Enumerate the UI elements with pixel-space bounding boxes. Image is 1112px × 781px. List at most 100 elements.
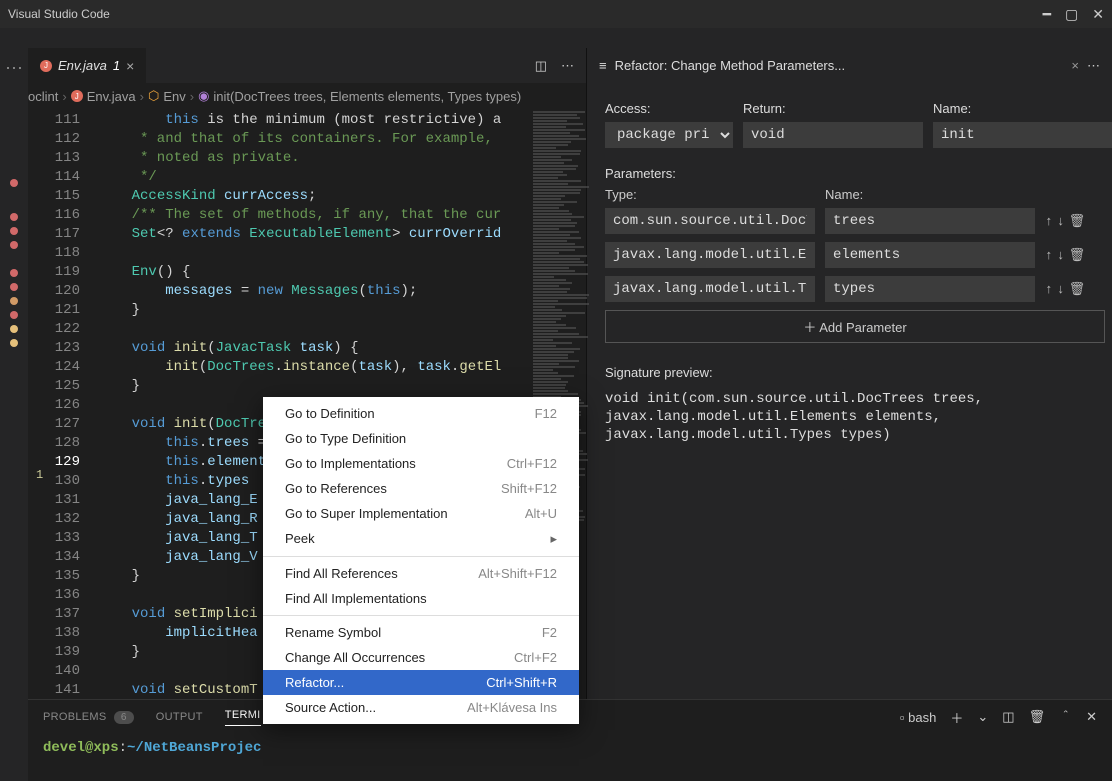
move-down-icon[interactable]: ↓ bbox=[1057, 214, 1065, 229]
add-parameter-button[interactable]: ＋ Add Parameter bbox=[605, 310, 1105, 343]
context-menu-item[interactable]: Go to Type Definition bbox=[263, 426, 579, 451]
context-menu-item[interactable]: Source Action...Alt+Klávesa Ins bbox=[263, 695, 579, 720]
more-icon[interactable]: ⋯ bbox=[5, 58, 23, 79]
kill-terminal-icon[interactable]: 🗑 bbox=[1029, 709, 1046, 725]
param-type-input[interactable] bbox=[605, 208, 815, 234]
java-icon: J bbox=[71, 90, 83, 102]
chevron-right-icon: › bbox=[62, 89, 66, 104]
breadcrumb[interactable]: oclint › J Env.java › ⬡ Env › ◉ init(Doc… bbox=[28, 83, 586, 109]
access-select[interactable]: package priva bbox=[605, 122, 733, 148]
terminal-name[interactable]: ▫ bash bbox=[900, 710, 936, 725]
context-menu[interactable]: Go to DefinitionF12Go to Type Definition… bbox=[263, 397, 579, 724]
context-menu-item[interactable]: Find All ReferencesAlt+Shift+F12 bbox=[263, 561, 579, 586]
delete-icon[interactable]: 🗑 bbox=[1069, 214, 1086, 229]
breadcrumb-item[interactable]: Env bbox=[163, 89, 185, 104]
context-menu-item[interactable]: Go to ImplementationsCtrl+F12 bbox=[263, 451, 579, 476]
titlebar: Visual Studio Code ━ ▢ ✕ bbox=[0, 0, 1112, 28]
menubar-spacer bbox=[0, 28, 1112, 48]
return-input[interactable] bbox=[743, 122, 923, 148]
context-menu-item[interactable]: Find All Implementations bbox=[263, 586, 579, 611]
delete-icon[interactable]: 🗑 bbox=[1069, 248, 1086, 263]
param-row: ↑ ↓ 🗑 bbox=[605, 242, 1094, 268]
context-menu-item[interactable]: Go to Super ImplementationAlt+U bbox=[263, 501, 579, 526]
maximize-panel-icon[interactable]: ＾ bbox=[1059, 708, 1072, 727]
glyph-dots bbox=[10, 179, 18, 347]
context-menu-item[interactable]: Change All OccurrencesCtrl+F2 bbox=[263, 645, 579, 670]
name-input[interactable] bbox=[933, 122, 1112, 148]
more-icon[interactable]: ⋯ bbox=[1087, 58, 1100, 74]
param-name-input[interactable] bbox=[825, 276, 1035, 302]
glyph-margin-marker: 1 bbox=[36, 468, 43, 482]
move-down-icon[interactable]: ↓ bbox=[1057, 248, 1065, 263]
terminal-content[interactable]: devel@xps:~/NetBeansProjec bbox=[28, 734, 1112, 762]
context-menu-item[interactable]: Peek▸ bbox=[263, 526, 579, 552]
context-menu-item[interactable]: Rename SymbolF2 bbox=[263, 620, 579, 645]
move-down-icon[interactable]: ↓ bbox=[1057, 282, 1065, 297]
close-icon[interactable]: × bbox=[1071, 58, 1079, 73]
dropdown-icon[interactable]: ⌄ bbox=[977, 709, 988, 725]
diagnostic-dot bbox=[10, 269, 18, 277]
signature-preview: void init(com.sun.source.util.DocTrees t… bbox=[605, 390, 1094, 444]
activity-bar: ⋯ bbox=[0, 48, 28, 781]
param-name-input[interactable] bbox=[825, 208, 1035, 234]
diagnostic-dot bbox=[10, 179, 18, 187]
java-icon: J bbox=[40, 60, 52, 72]
param-header-type: Type: bbox=[605, 187, 815, 202]
more-icon[interactable]: ⋯ bbox=[561, 58, 574, 74]
return-label: Return: bbox=[743, 101, 923, 116]
split-editor-icon[interactable]: ◫ bbox=[535, 58, 547, 74]
tab-terminal[interactable]: TERMI bbox=[225, 709, 261, 726]
name-label: Name: bbox=[933, 101, 1112, 116]
tab-problems[interactable]: PROBLEMS 6 bbox=[43, 711, 134, 723]
close-icon[interactable]: ✕ bbox=[1092, 6, 1104, 23]
parameters-label: Parameters: bbox=[605, 166, 1094, 181]
tab-output[interactable]: OUTPUT bbox=[156, 711, 203, 723]
new-terminal-icon[interactable]: ＋ bbox=[950, 708, 963, 727]
diagnostic-dot bbox=[10, 325, 18, 333]
tab-filename: Env.java bbox=[58, 58, 107, 73]
split-terminal-icon[interactable]: ◫ bbox=[1002, 709, 1014, 725]
param-row: ↑ ↓ 🗑 bbox=[605, 276, 1094, 302]
minimize-icon[interactable]: ━ bbox=[1043, 6, 1051, 23]
move-up-icon[interactable]: ↑ bbox=[1045, 248, 1053, 263]
signature-preview-label: Signature preview: bbox=[605, 365, 1094, 380]
breadcrumb-item[interactable]: init(DocTrees trees, Elements elements, … bbox=[213, 89, 521, 104]
tab-env-java[interactable]: J Env.java 1 × bbox=[28, 48, 146, 83]
diagnostic-dot bbox=[10, 213, 18, 221]
chevron-right-icon: › bbox=[190, 89, 194, 104]
tab-modified-indicator: 1 bbox=[113, 58, 120, 73]
context-menu-item[interactable]: Refactor...Ctrl+Shift+R bbox=[263, 670, 579, 695]
editor-actions: ◫ ⋯ bbox=[535, 58, 586, 74]
problems-badge: 6 bbox=[114, 711, 134, 724]
move-up-icon[interactable]: ↑ bbox=[1045, 282, 1053, 297]
param-type-input[interactable] bbox=[605, 242, 815, 268]
delete-icon[interactable]: 🗑 bbox=[1069, 282, 1086, 297]
param-type-input[interactable] bbox=[605, 276, 815, 302]
maximize-icon[interactable]: ▢ bbox=[1065, 6, 1078, 23]
diagnostic-dot bbox=[10, 339, 18, 347]
class-icon: ⬡ bbox=[148, 88, 159, 104]
param-name-input[interactable] bbox=[825, 242, 1035, 268]
refactor-panel: ≡ Refactor: Change Method Parameters... … bbox=[586, 48, 1112, 781]
tab-bar: J Env.java 1 × ◫ ⋯ bbox=[28, 48, 586, 83]
context-menu-item[interactable]: Go to ReferencesShift+F12 bbox=[263, 476, 579, 501]
context-menu-item[interactable]: Go to DefinitionF12 bbox=[263, 401, 579, 426]
close-panel-icon[interactable]: ✕ bbox=[1086, 709, 1097, 725]
plus-icon: ＋ bbox=[803, 320, 816, 335]
access-label: Access: bbox=[605, 101, 733, 116]
tab-close-icon[interactable]: × bbox=[126, 58, 134, 74]
list-icon: ≡ bbox=[599, 58, 607, 73]
move-up-icon[interactable]: ↑ bbox=[1045, 214, 1053, 229]
line-numbers: 1111121131141151161171181191201211221231… bbox=[28, 109, 98, 781]
breadcrumb-item[interactable]: oclint bbox=[28, 89, 58, 104]
window-title: Visual Studio Code bbox=[8, 7, 110, 21]
add-parameter-label: Add Parameter bbox=[819, 320, 906, 335]
chevron-right-icon: › bbox=[140, 89, 144, 104]
refactor-title: Refactor: Change Method Parameters... bbox=[615, 58, 1064, 73]
diagnostic-dot bbox=[10, 283, 18, 291]
terminal-user: devel@xps bbox=[43, 740, 119, 756]
breadcrumb-item[interactable]: Env.java bbox=[87, 89, 136, 104]
diagnostic-dot bbox=[10, 297, 18, 305]
window-controls: ━ ▢ ✕ bbox=[1043, 6, 1104, 23]
terminal-path: ~/NetBeansProjec bbox=[127, 740, 261, 756]
